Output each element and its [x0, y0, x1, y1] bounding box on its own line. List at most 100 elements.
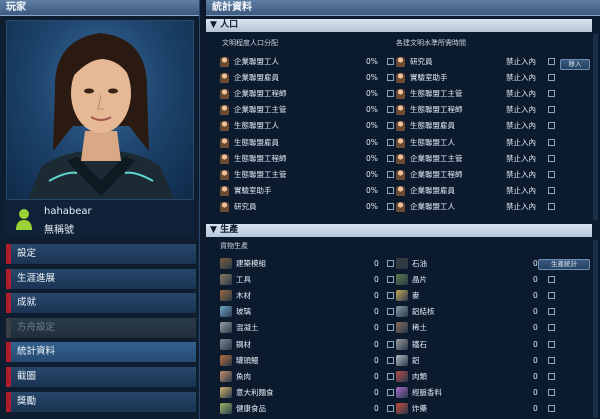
row-checkbox[interactable] — [548, 308, 555, 316]
population-time-row-value: 禁止入內 — [506, 105, 536, 115]
row-checkbox[interactable] — [387, 372, 394, 380]
row-checkbox[interactable] — [548, 404, 555, 412]
menu-item-career-progress[interactable]: 生涯進展 — [6, 268, 196, 289]
row-checkbox[interactable] — [548, 388, 555, 396]
row-checkbox[interactable] — [387, 74, 394, 82]
row-checkbox[interactable] — [548, 324, 555, 332]
goods-row: 意大利麵食 0 — [220, 386, 395, 399]
population-row-label: 企業聯盟工程師 — [234, 89, 287, 99]
population-scrollbar[interactable] — [593, 34, 598, 220]
population-time-row-value: 禁止入內 — [506, 169, 536, 179]
citizen-icon — [396, 121, 405, 132]
statistics-panel: 統計資料 ▼ 人口 文明程度人口分配 各建文明水準所需時間 企業聯盟工人 0% 企業… — [206, 0, 600, 419]
population-row-value: 0% — [366, 153, 378, 163]
menu-item-achievements[interactable]: 成就 — [6, 293, 196, 314]
population-time-row: 生態聯盟工主管 禁止入內 — [396, 88, 558, 100]
goods-icon — [396, 386, 408, 398]
row-checkbox[interactable] — [548, 170, 555, 178]
row-checkbox[interactable] — [548, 74, 555, 82]
row-checkbox[interactable] — [387, 324, 394, 332]
row-checkbox[interactable] — [387, 154, 394, 162]
population-row-value: 0% — [366, 169, 378, 179]
row-checkbox[interactable] — [387, 340, 394, 348]
goods-row-label: 魚肉 — [236, 371, 251, 381]
population-row-value: 0% — [366, 89, 378, 99]
population-side-button[interactable]: 移入 — [560, 59, 590, 70]
population-row: 企業聯盟工人 0% — [220, 56, 395, 68]
row-checkbox[interactable] — [387, 308, 394, 316]
goods-row-value: 0 — [374, 275, 379, 285]
row-checkbox[interactable] — [387, 186, 394, 194]
row-checkbox[interactable] — [387, 138, 394, 146]
population-row: 研究員 0% — [220, 201, 395, 213]
menu-item-settings[interactable]: 設定 — [6, 244, 196, 264]
row-checkbox[interactable] — [387, 90, 394, 98]
menu-item-screenshots[interactable]: 截圖 — [6, 366, 196, 387]
citizen-icon — [220, 201, 229, 212]
goods-row: 鋁0 — [396, 354, 558, 367]
row-checkbox[interactable] — [387, 356, 394, 364]
row-checkbox[interactable] — [387, 106, 394, 114]
row-checkbox[interactable] — [548, 58, 555, 65]
row-checkbox[interactable] — [548, 202, 555, 210]
citizen-icon — [220, 185, 229, 196]
goods-row-value: 0 — [533, 403, 538, 413]
production-header[interactable]: ▼ 生產 — [206, 224, 592, 237]
goods-icon — [396, 258, 408, 269]
goods-row-value: 0 — [533, 339, 538, 349]
goods-row: 肉類 0 — [396, 370, 558, 383]
population-header[interactable]: ▼ 人口 — [206, 19, 592, 32]
row-checkbox[interactable] — [387, 388, 394, 396]
citizen-icon — [396, 169, 405, 180]
row-checkbox[interactable] — [387, 58, 394, 65]
row-checkbox[interactable] — [548, 138, 555, 146]
goods-row-value: 0 — [374, 291, 379, 301]
goods-icon — [220, 306, 232, 318]
goods-row: 工具 0 — [220, 274, 395, 286]
row-checkbox[interactable] — [387, 122, 394, 130]
goods-icon — [396, 306, 408, 318]
population-time-row: 研究員 禁止入內 — [396, 56, 558, 68]
population-time-row-value: 禁止入內 — [506, 89, 536, 99]
row-checkbox[interactable] — [387, 404, 394, 412]
goods-icon — [396, 274, 408, 286]
goods-row-label: 石油 — [412, 259, 427, 268]
population-time-row-value: 禁止入內 — [506, 121, 536, 131]
row-checkbox[interactable] — [548, 356, 555, 364]
row-checkbox[interactable] — [387, 170, 394, 178]
goods-row: 石油 0 — [396, 258, 558, 270]
row-checkbox[interactable] — [548, 186, 555, 194]
population-row: 企業聯盟工程師 0% — [220, 88, 395, 100]
player-menu: 設定 生涯進展 成就 方舟設定 統計資料 截圖 獎勵 — [6, 244, 196, 416]
row-checkbox[interactable] — [548, 90, 555, 98]
population-time-row-label: 生態聯盟雇員 — [410, 121, 455, 131]
goods-icon — [220, 290, 232, 302]
row-checkbox[interactable] — [548, 292, 555, 300]
row-checkbox[interactable] — [387, 260, 394, 267]
production-scrollbar[interactable] — [593, 240, 598, 418]
population-row-label: 企業聯盟工主管 — [234, 105, 287, 115]
row-checkbox[interactable] — [548, 106, 555, 114]
menu-item-rewards[interactable]: 獎勵 — [6, 391, 196, 412]
production-stats-button[interactable]: 生產統計 — [538, 259, 590, 270]
population-right-subtitle: 各建文明水準所需時間 — [396, 39, 466, 47]
row-checkbox[interactable] — [387, 276, 394, 284]
population-row-label: 企業聯盟雇員 — [234, 73, 279, 83]
row-checkbox[interactable] — [548, 340, 555, 348]
row-checkbox[interactable] — [548, 154, 555, 162]
row-checkbox[interactable] — [548, 122, 555, 130]
citizen-icon — [396, 137, 405, 148]
population-time-row-label: 生態聯盟工主管 — [410, 89, 463, 99]
goods-icon — [220, 258, 232, 269]
player-portrait — [6, 20, 194, 200]
row-checkbox[interactable] — [548, 276, 555, 284]
goods-row: 稀土 0 — [396, 322, 558, 334]
menu-item-statistics[interactable]: 統計資料 — [6, 342, 196, 363]
row-checkbox[interactable] — [548, 372, 555, 380]
goods-row-value: 0 — [374, 339, 379, 349]
goods-row: 建築模組 0 — [220, 258, 395, 270]
goods-row-label: 經脈香料 — [412, 387, 442, 397]
row-checkbox[interactable] — [387, 292, 394, 300]
goods-row-label: 玻璃 — [236, 307, 251, 317]
row-checkbox[interactable] — [387, 202, 394, 210]
